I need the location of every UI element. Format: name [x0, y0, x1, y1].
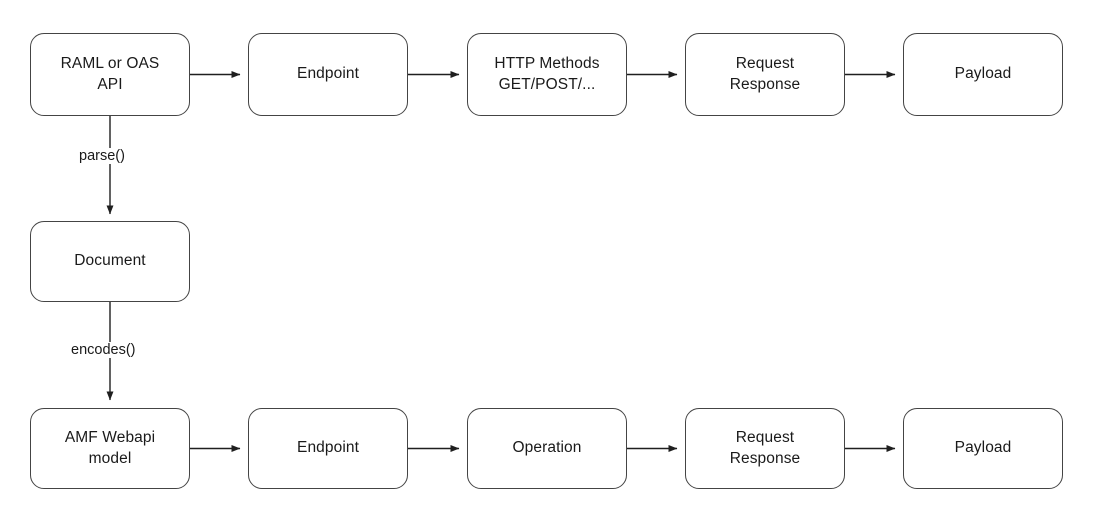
node-label: RAML or OAS API [60, 54, 160, 93]
edge-label-parse: parse() [76, 148, 128, 164]
node-request-response-top[interactable]: Request Response [685, 33, 845, 116]
node-raml-or-oas-api[interactable]: RAML or OAS API [30, 33, 190, 116]
node-request-response-bottom[interactable]: Request Response [685, 408, 845, 489]
node-label: Endpoint [297, 439, 359, 457]
node-label: Document [74, 252, 146, 270]
node-label: HTTP Methods GET/POST/... [494, 54, 600, 93]
node-label: Request Response [729, 428, 801, 467]
edge-label-encodes: encodes() [68, 342, 139, 358]
node-label: Payload [954, 439, 1012, 457]
node-label: Operation [512, 439, 582, 457]
node-payload-bottom[interactable]: Payload [903, 408, 1063, 489]
node-label: Endpoint [297, 65, 359, 83]
node-endpoint-top[interactable]: Endpoint [248, 33, 408, 116]
node-http-methods[interactable]: HTTP Methods GET/POST/... [467, 33, 627, 116]
node-label: AMF Webapi model [64, 428, 156, 467]
node-amf-webapi-model[interactable]: AMF Webapi model [30, 408, 190, 489]
node-label: Payload [954, 65, 1012, 83]
node-endpoint-bottom[interactable]: Endpoint [248, 408, 408, 489]
diagram-canvas: RAML or OAS API Endpoint HTTP Methods GE… [0, 0, 1098, 530]
node-document[interactable]: Document [30, 221, 190, 302]
node-operation[interactable]: Operation [467, 408, 627, 489]
node-payload-top[interactable]: Payload [903, 33, 1063, 116]
node-label: Request Response [729, 54, 801, 93]
